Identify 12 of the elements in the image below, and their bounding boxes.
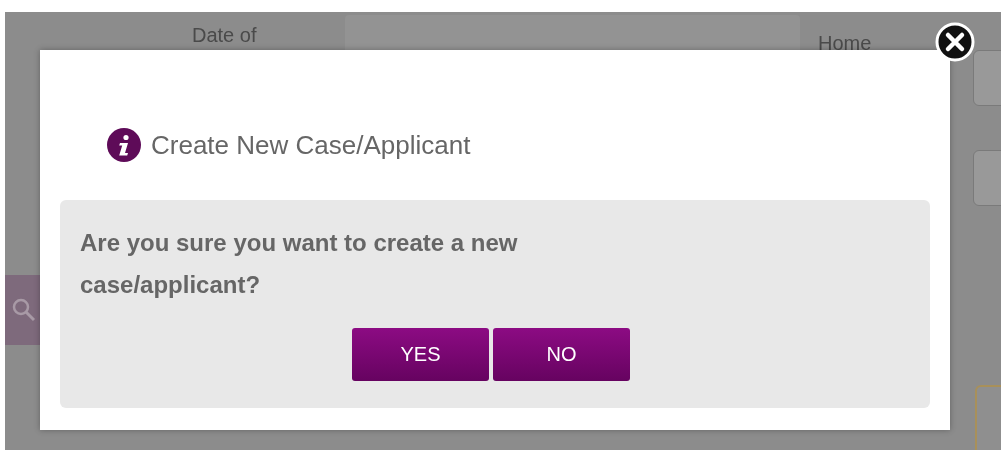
confirm-message: Are you sure you want to create a new case/applicant? [80,228,519,300]
field-label: Date of [192,24,257,47]
search-button[interactable] [5,275,43,345]
input-field[interactable] [973,50,1001,106]
yes-button[interactable]: YES [352,328,489,381]
input-field[interactable] [973,150,1001,206]
search-icon [11,297,37,323]
info-icon [107,128,141,162]
close-icon[interactable] [935,22,975,62]
no-button[interactable]: NO [493,328,630,381]
field-label: Home [818,32,872,55]
dialog-title: Create New Case/Applicant [151,129,471,161]
